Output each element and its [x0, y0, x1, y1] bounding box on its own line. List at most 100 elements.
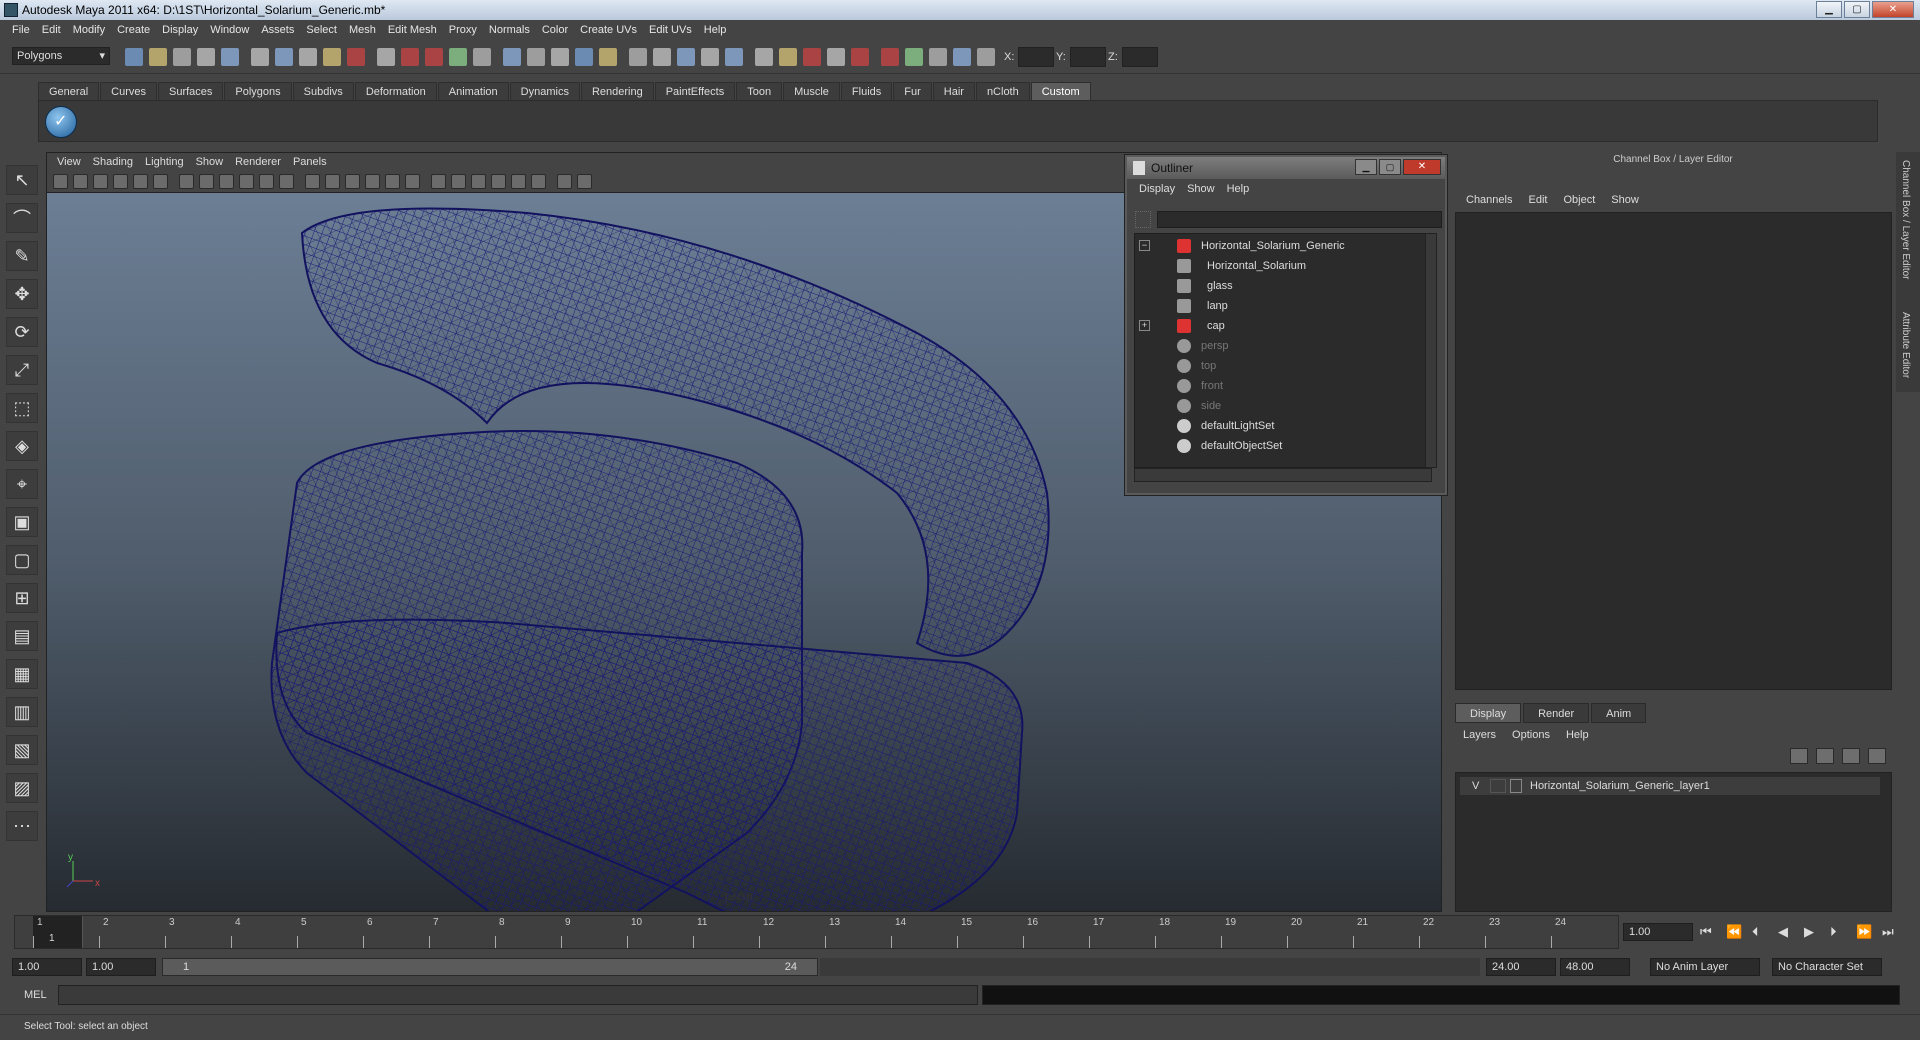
viewport-tool-icon[interactable]	[133, 174, 148, 189]
toolbar-tool-icon[interactable]	[125, 48, 143, 66]
y-field[interactable]	[1070, 47, 1106, 67]
viewport-tool-icon[interactable]	[365, 174, 380, 189]
shelf-tab-polygons[interactable]: Polygons	[224, 82, 292, 100]
toolbar-tool-icon[interactable]	[701, 48, 719, 66]
viewport-tool-icon[interactable]	[53, 174, 68, 189]
layer-template-toggle[interactable]	[1490, 779, 1506, 793]
toolbar-tool-icon[interactable]	[527, 48, 545, 66]
layer-visibility-toggle[interactable]: V	[1472, 777, 1479, 795]
toolbar-tool-icon[interactable]	[449, 48, 467, 66]
toolbar-tool-icon[interactable]	[275, 48, 293, 66]
sidetab-attribute-editor[interactable]: Attribute Editor	[1900, 312, 1911, 378]
layer-name[interactable]: Horizontal_Solarium_Generic_layer1	[1530, 777, 1710, 795]
more-layouts-icon[interactable]: ⋯	[6, 811, 38, 841]
mel-input[interactable]	[58, 985, 978, 1005]
menu-display[interactable]: Display	[156, 20, 204, 41]
toolbar-tool-icon[interactable]	[575, 48, 593, 66]
toolbar-tool-icon[interactable]	[953, 48, 971, 66]
step-back-key-icon[interactable]: ⏴	[1752, 924, 1759, 940]
viewport-tool-icon[interactable]	[451, 174, 466, 189]
outliner-filter-field[interactable]	[1157, 211, 1442, 228]
viewport-tool-icon[interactable]	[219, 174, 234, 189]
toolbar-tool-icon[interactable]	[197, 48, 215, 66]
toolbar-tool-icon[interactable]	[851, 48, 869, 66]
single-pane-icon[interactable]: ▢	[6, 545, 38, 575]
end-time-field[interactable]: 48.00	[1560, 958, 1630, 976]
lasso-tool-icon[interactable]: ⌒	[6, 203, 38, 233]
shelf-tab-subdivs[interactable]: Subdivs	[292, 82, 354, 100]
layer-new-empty-icon[interactable]	[1790, 748, 1808, 764]
toolbar-tool-icon[interactable]	[377, 48, 395, 66]
shelf-tab-fur[interactable]: Fur	[893, 82, 932, 100]
toolbar-tool-icon[interactable]	[803, 48, 821, 66]
playback-end-field[interactable]: 24.00	[1486, 958, 1556, 976]
outliner-close-button[interactable]: ✕	[1403, 159, 1441, 175]
toolbar-tool-icon[interactable]	[629, 48, 647, 66]
outliner-item[interactable]: front	[1135, 376, 1415, 396]
shelf-tab-animation[interactable]: Animation	[437, 82, 509, 100]
shelf-tab-painteffects[interactable]: PaintEffects	[654, 82, 736, 100]
menu-assets[interactable]: Assets	[255, 20, 300, 41]
viewport-tool-icon[interactable]	[259, 174, 274, 189]
shelf-tab-fluids[interactable]: Fluids	[840, 82, 893, 100]
channelbox-panel[interactable]	[1455, 212, 1892, 690]
collapse-icon[interactable]: −	[1139, 240, 1150, 251]
viewport-tool-icon[interactable]	[511, 174, 526, 189]
layer-menu-options[interactable]: Options	[1504, 725, 1558, 745]
shelf-tab-ncloth[interactable]: nCloth	[975, 82, 1030, 100]
minimize-button[interactable]: ▁	[1816, 1, 1842, 18]
anim-layer-dropdown[interactable]: No Anim Layer	[1650, 958, 1760, 976]
toolbar-tool-icon[interactable]	[677, 48, 695, 66]
go-to-end-icon[interactable]: ⏭	[1882, 924, 1894, 940]
manipulator-icon[interactable]: ⬚	[6, 393, 38, 423]
menu-edit[interactable]: Edit	[36, 20, 67, 41]
expand-icon[interactable]: +	[1139, 320, 1150, 331]
viewport-tool-icon[interactable]	[557, 174, 572, 189]
outliner-item[interactable]: Horizontal_Solarium	[1135, 256, 1415, 276]
move-tool-icon[interactable]: ✥	[6, 279, 38, 309]
menu-color[interactable]: Color	[536, 20, 574, 41]
layer-move-up-icon[interactable]	[1842, 748, 1860, 764]
menu-mesh[interactable]: Mesh	[343, 20, 382, 41]
mel-label[interactable]: MEL	[24, 989, 47, 1001]
toolbar-tool-icon[interactable]	[425, 48, 443, 66]
outliner-item[interactable]: + cap	[1135, 316, 1415, 336]
outliner-item[interactable]: top	[1135, 356, 1415, 376]
toolbar-tool-icon[interactable]	[149, 48, 167, 66]
viewport-tool-icon[interactable]	[199, 174, 214, 189]
menu-help[interactable]: Help	[698, 20, 733, 41]
filter-icon[interactable]	[1135, 211, 1151, 228]
menu-select[interactable]: Select	[300, 20, 343, 41]
outliner-menu-help[interactable]: Help	[1221, 179, 1256, 199]
menu-create[interactable]: Create	[111, 20, 156, 41]
outliner-menu-display[interactable]: Display	[1133, 179, 1181, 199]
shelf-tab-surfaces[interactable]: Surfaces	[157, 82, 224, 100]
menu-file[interactable]: File	[6, 20, 36, 41]
maximize-button[interactable]: ▢	[1844, 1, 1870, 18]
viewport-menu-show[interactable]: Show	[190, 153, 230, 171]
channelbox-menu-object[interactable]: Object	[1555, 190, 1603, 210]
outliner-item[interactable]: glass	[1135, 276, 1415, 296]
go-to-start-icon[interactable]: ⏮	[1700, 924, 1712, 940]
outliner-maximize-button[interactable]: ▢	[1379, 159, 1401, 175]
toolbar-tool-icon[interactable]	[779, 48, 797, 66]
toolbar-tool-icon[interactable]	[755, 48, 773, 66]
last-tool-icon[interactable]: ▣	[6, 507, 38, 537]
toolbar-tool-icon[interactable]	[299, 48, 317, 66]
select-tool-icon[interactable]: ↖	[6, 165, 38, 195]
viewport-tool-icon[interactable]	[325, 174, 340, 189]
layer-tab-anim[interactable]: Anim	[1591, 703, 1647, 723]
range-slider[interactable]: 1 24	[162, 958, 818, 976]
play-forward-icon[interactable]: ▶	[1804, 924, 1814, 940]
channelbox-menu-channels[interactable]: Channels	[1458, 190, 1520, 210]
toolbar-tool-icon[interactable]	[725, 48, 743, 66]
toolbar-tool-icon[interactable]	[653, 48, 671, 66]
character-set-dropdown[interactable]: No Character Set	[1772, 958, 1882, 976]
outliner-layout-icon[interactable]: ▥	[6, 697, 38, 727]
viewport-menu-lighting[interactable]: Lighting	[139, 153, 190, 171]
four-pane-icon[interactable]: ⊞	[6, 583, 38, 613]
layer-menu-layers[interactable]: Layers	[1455, 725, 1504, 745]
outliner-menu-show[interactable]: Show	[1181, 179, 1221, 199]
menu-edit-uvs[interactable]: Edit UVs	[643, 20, 698, 41]
viewport-tool-icon[interactable]	[153, 174, 168, 189]
